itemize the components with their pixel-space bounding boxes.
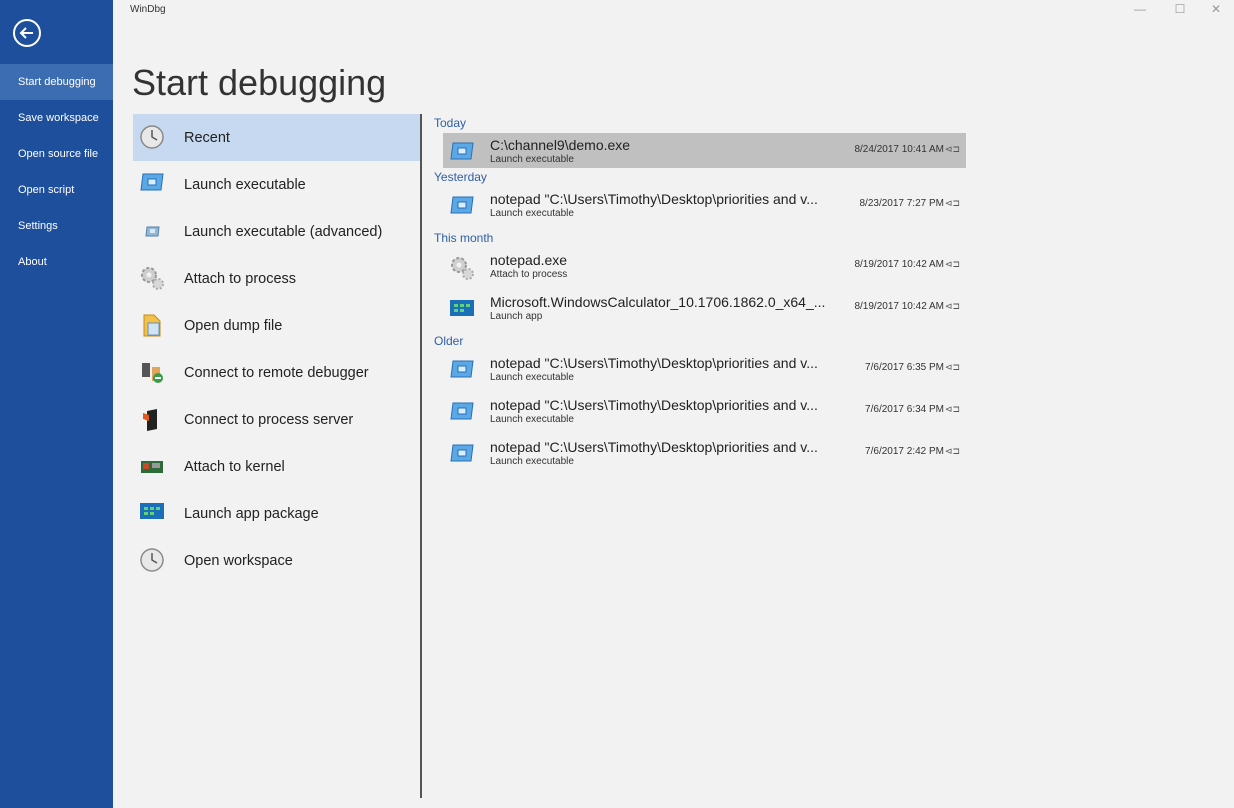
menu-item-label: Launch app package <box>184 506 319 522</box>
gears-icon <box>139 265 165 291</box>
entry-date: 8/19/2017 10:42 AM <box>854 301 944 312</box>
menu-item-recent[interactable]: Recent <box>133 114 420 161</box>
menu-item-label: Open dump file <box>184 318 282 334</box>
clock-icon <box>139 547 165 573</box>
app-package-icon <box>449 297 475 319</box>
entry-date: 7/6/2017 6:34 PM <box>865 404 944 415</box>
entry-name: notepad "C:\Users\Timothy\Desktop\priori… <box>490 355 837 371</box>
recent-entry[interactable]: C:\channel9\demo.exeLaunch executable 8/2… <box>443 133 966 168</box>
sidebar: Start debugging Save workspace Open sour… <box>0 0 113 808</box>
entry-date: 8/19/2017 10:42 AM <box>854 259 944 270</box>
group-heading: This month <box>434 229 974 248</box>
entry-date: 8/23/2017 7:27 PM <box>859 198 944 209</box>
maximize-button[interactable]: ☐ <box>1162 0 1198 20</box>
sidebar-item-about[interactable]: About <box>0 244 113 280</box>
remote-debugger-icon <box>139 359 165 385</box>
menu-item-label: Connect to remote debugger <box>184 365 369 381</box>
menu-item-label: Launch executable (advanced) <box>184 224 382 240</box>
entry-name: notepad "C:\Users\Timothy\Desktop\priori… <box>490 439 837 455</box>
executable-icon <box>449 194 475 216</box>
entry-date: 7/6/2017 6:35 PM <box>865 362 944 373</box>
recent-list: TodayC:\channel9\demo.exeLaunch executab… <box>434 114 974 477</box>
app-package-icon <box>139 500 165 526</box>
menu-item-label: Attach to kernel <box>184 459 285 475</box>
executable-icon <box>449 400 475 422</box>
process-server-icon <box>139 406 165 432</box>
pin-icon[interactable]: ⊲⊐ <box>945 404 960 415</box>
menu-item-launch-app-package[interactable]: Launch app package <box>133 490 420 537</box>
minimize-button[interactable]: — <box>1122 0 1158 20</box>
menu-item-open-workspace[interactable]: Open workspace <box>133 537 420 584</box>
recent-entry[interactable]: notepad "C:\Users\Timothy\Desktop\priori… <box>443 187 966 229</box>
recent-entry[interactable]: notepad.exeAttach to process 8/19/2017 10… <box>443 248 966 290</box>
menu-item-attach-to-process[interactable]: Attach to process <box>133 255 420 302</box>
group-heading: Yesterday <box>434 168 974 187</box>
entry-type: Attach to process <box>490 269 567 280</box>
entry-type: Launch executable <box>490 372 574 383</box>
entry-type: Launch executable <box>490 154 574 165</box>
pin-icon[interactable]: ⊲⊐ <box>945 362 960 373</box>
executable-icon <box>449 442 475 464</box>
entry-type: Launch executable <box>490 414 574 425</box>
recent-entry[interactable]: notepad "C:\Users\Timothy\Desktop\priori… <box>443 435 966 477</box>
menu-item-connect-to-process-server[interactable]: Connect to process server <box>133 396 420 443</box>
recent-entry[interactable]: notepad "C:\Users\Timothy\Desktop\priori… <box>443 393 966 435</box>
pin-icon[interactable]: ⊲⊐ <box>945 198 960 209</box>
recent-entry[interactable]: notepad "C:\Users\Timothy\Desktop\priori… <box>443 351 966 393</box>
dump-file-icon <box>139 312 165 338</box>
start-options-list: Recent Launch executable Launch executable… <box>133 114 420 584</box>
menu-item-label: Open workspace <box>184 553 293 569</box>
sidebar-item-open-script[interactable]: Open script <box>0 172 113 208</box>
kernel-icon <box>139 453 165 479</box>
gears-icon <box>449 255 475 277</box>
window-title: WinDbg <box>130 4 166 15</box>
menu-item-connect-to-remote-debugger[interactable]: Connect to remote debugger <box>133 349 420 396</box>
menu-item-label: Attach to process <box>184 271 296 287</box>
menu-item-launch-executable-advanced[interactable]: Launch executable (advanced) <box>133 208 420 255</box>
menu-item-open-dump-file[interactable]: Open dump file <box>133 302 420 349</box>
back-arrow-icon[interactable] <box>13 19 41 47</box>
sidebar-item-open-source-file[interactable]: Open source file <box>0 136 113 172</box>
menu-item-label: Connect to process server <box>184 412 353 428</box>
group-heading: Older <box>434 332 974 351</box>
entry-name: notepad "C:\Users\Timothy\Desktop\priori… <box>490 397 837 413</box>
sidebar-item-settings[interactable]: Settings <box>0 208 113 244</box>
entry-name: Microsoft.WindowsCalculator_10.1706.1862… <box>490 294 837 310</box>
pin-icon[interactable]: ⊲⊐ <box>945 259 960 270</box>
pin-icon[interactable]: ⊲⊐ <box>945 446 960 457</box>
pin-icon[interactable]: ⊲⊐ <box>945 144 960 155</box>
pin-icon[interactable]: ⊲⊐ <box>945 301 960 312</box>
sidebar-nav: Start debugging Save workspace Open sour… <box>0 64 113 280</box>
page-title: Start debugging <box>132 62 386 104</box>
clock-icon <box>139 124 165 150</box>
divider <box>420 114 422 798</box>
menu-item-attach-to-kernel[interactable]: Attach to kernel <box>133 443 420 490</box>
entry-type: Launch executable <box>490 208 574 219</box>
sidebar-item-save-workspace[interactable]: Save workspace <box>0 100 113 136</box>
close-button[interactable]: ✕ <box>1198 0 1234 20</box>
menu-item-label: Launch executable <box>184 177 306 193</box>
entry-name: C:\channel9\demo.exe <box>490 137 837 153</box>
executable-icon <box>449 140 475 162</box>
menu-item-launch-executable[interactable]: Launch executable <box>133 161 420 208</box>
entry-date: 8/24/2017 10:41 AM <box>854 144 944 155</box>
executable-advanced-icon <box>139 218 165 244</box>
recent-entry[interactable]: Microsoft.WindowsCalculator_10.1706.1862… <box>443 290 966 332</box>
executable-icon <box>139 171 165 197</box>
entry-type: Launch executable <box>490 456 574 467</box>
entry-name: notepad.exe <box>490 252 837 268</box>
executable-icon <box>449 358 475 380</box>
entry-name: notepad "C:\Users\Timothy\Desktop\priori… <box>490 191 837 207</box>
menu-item-label: Recent <box>184 130 230 146</box>
entry-date: 7/6/2017 2:42 PM <box>865 446 944 457</box>
sidebar-item-start-debugging[interactable]: Start debugging <box>0 64 113 100</box>
entry-type: Launch app <box>490 311 542 322</box>
group-heading: Today <box>434 114 974 133</box>
